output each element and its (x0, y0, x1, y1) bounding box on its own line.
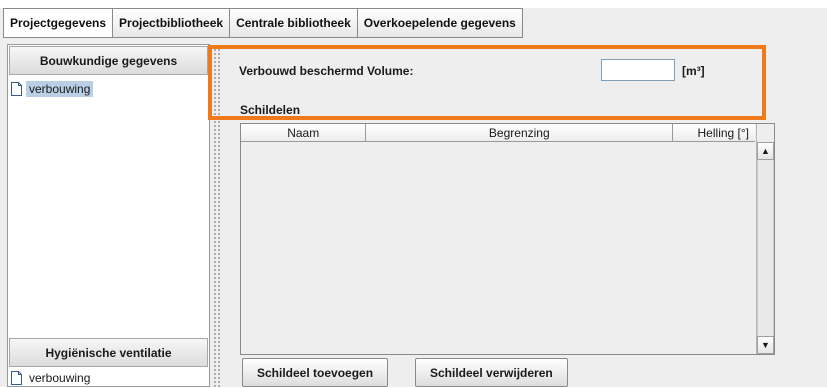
tab-centrale-bibliotheek[interactable]: Centrale bibliotheek (229, 8, 357, 38)
tree-item-label: verbouwing (29, 371, 91, 385)
section-header-hygienische-ventilatie[interactable]: Hygiënische ventilatie (9, 338, 208, 367)
scroll-down-icon[interactable]: ▼ (757, 336, 774, 354)
section-header-bouwkundige-gegevens[interactable]: Bouwkundige gegevens (9, 46, 208, 75)
tree-item-label: verbouwing (26, 81, 94, 97)
table-scrollbar[interactable]: ▲ ▼ (756, 124, 774, 354)
scroll-up-icon[interactable]: ▲ (757, 142, 774, 160)
tab-bar: Projectgegevens Projectbibliotheek Centr… (3, 8, 523, 38)
column-header-naam[interactable]: Naam (241, 124, 367, 142)
tree-item-verbouwing-ventilatie[interactable]: verbouwing (11, 369, 93, 387)
tab-projectbibliotheek[interactable]: Projectbibliotheek (112, 8, 230, 38)
add-schildeel-button[interactable]: Schildeel toevoegen (242, 358, 389, 387)
column-header-helling[interactable]: Helling [°] (673, 124, 755, 142)
remove-schildeel-button[interactable]: Schildeel verwijderen (415, 358, 568, 387)
tree-item-verbouwing[interactable]: verbouwing (11, 80, 94, 98)
schildelen-table: Naam Begrenzing Helling [°] ▲ ▼ (240, 123, 775, 355)
column-header-begrenzing[interactable]: Begrenzing (366, 124, 674, 142)
left-navigation-panel: Bouwkundige gegevens verbouwing Hygiënis… (7, 44, 210, 387)
document-icon (11, 82, 22, 96)
scroll-track[interactable] (757, 160, 774, 336)
tab-projectgegevens[interactable]: Projectgegevens (3, 8, 113, 38)
schildelen-label: Schildelen (240, 103, 301, 117)
table-header: Naam Begrenzing Helling [°] (241, 124, 755, 142)
table-body (241, 143, 755, 355)
document-icon (11, 371, 22, 385)
top-strip (0, 0, 827, 8)
tab-overkoepelende-gegevens[interactable]: Overkoepelende gegevens (356, 8, 523, 38)
